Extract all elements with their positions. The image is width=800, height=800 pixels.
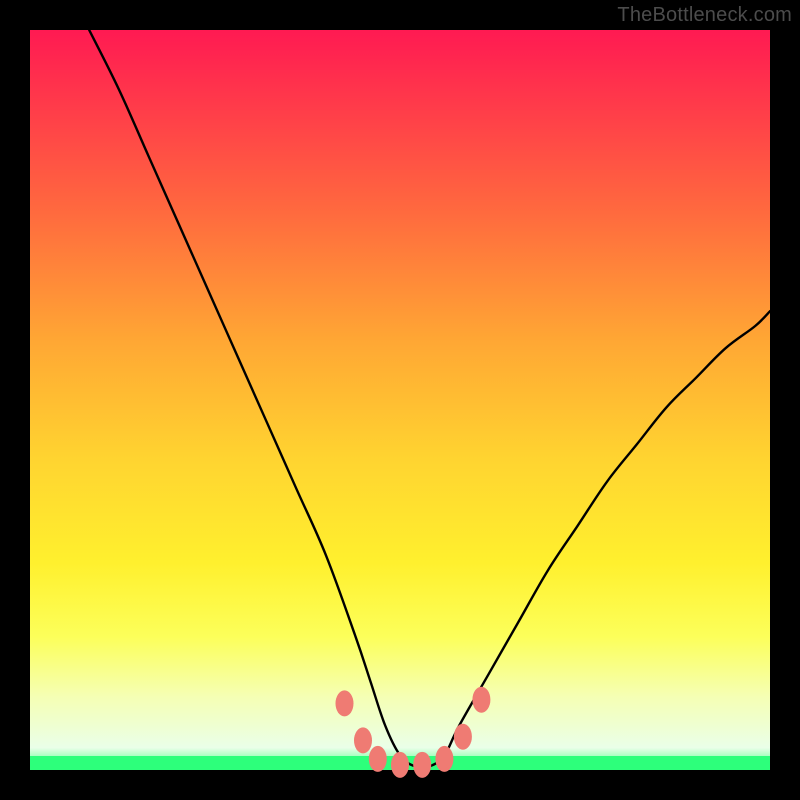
curve-marker	[336, 690, 354, 716]
curve-markers	[336, 687, 491, 778]
curve-marker	[354, 727, 372, 753]
curve-marker	[391, 752, 409, 778]
chart-frame: TheBottleneck.com	[0, 0, 800, 800]
curve-marker	[454, 724, 472, 750]
curve-marker	[369, 746, 387, 772]
curve-marker	[472, 687, 490, 713]
bottleneck-curve	[89, 30, 770, 768]
curve-marker	[435, 746, 453, 772]
curve-marker	[413, 752, 431, 778]
chart-svg	[30, 30, 770, 770]
watermark-label: TheBottleneck.com	[617, 4, 792, 27]
